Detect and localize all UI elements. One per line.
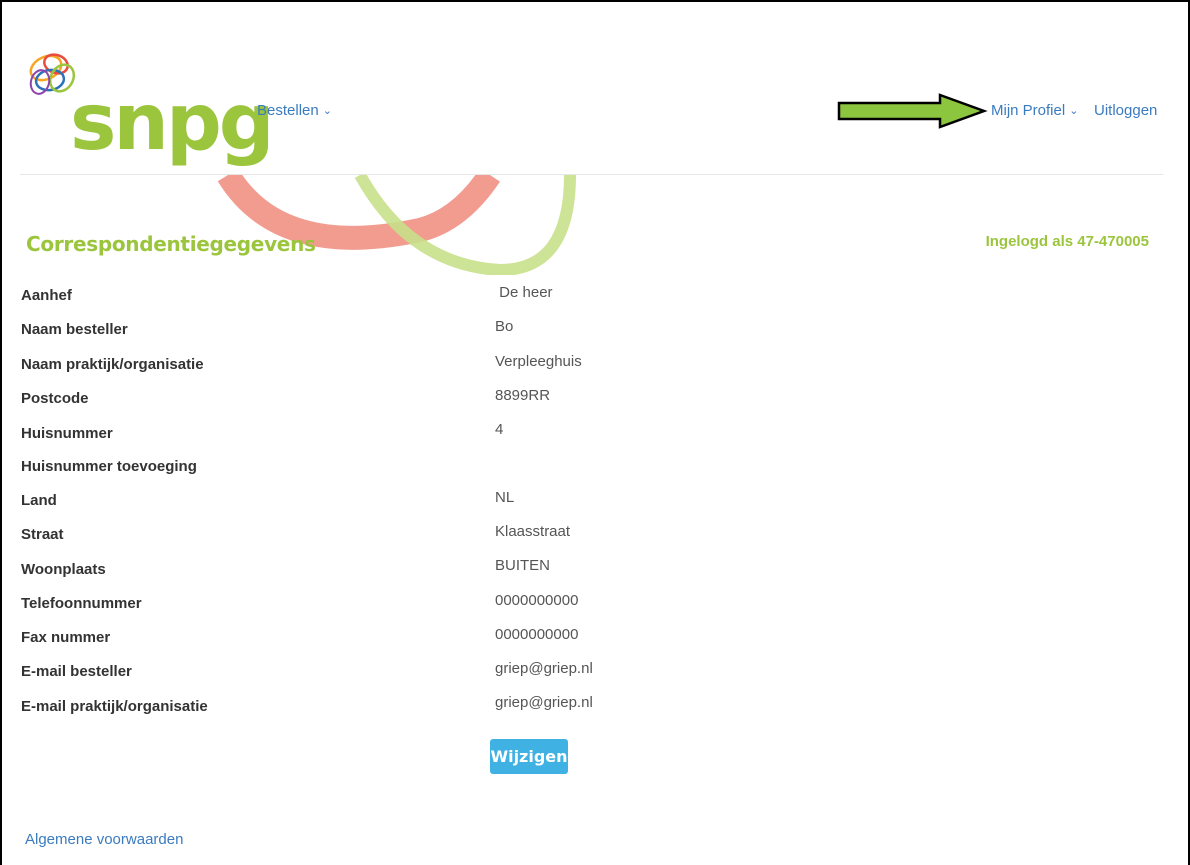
field-label: E-mail besteller bbox=[21, 663, 132, 680]
terms-link[interactable]: Algemene voorwaarden bbox=[25, 831, 183, 848]
chevron-down-icon: ⌄ bbox=[1069, 105, 1079, 117]
nav-uitloggen[interactable]: Uitloggen bbox=[1094, 102, 1157, 119]
green-arrow-annotation bbox=[836, 93, 988, 134]
field-value: 4 bbox=[495, 421, 504, 438]
edit-button[interactable]: Wijzigen bbox=[490, 739, 568, 774]
logo-wordmark: snpg bbox=[70, 78, 275, 168]
nav-mijn-profiel-label: Mijn Profiel bbox=[991, 102, 1066, 119]
field-value: Bo bbox=[495, 318, 514, 335]
field-label: Straat bbox=[21, 526, 64, 543]
field-label: Naam praktijk/organisatie bbox=[21, 356, 204, 373]
field-label: Huisnummer bbox=[21, 425, 113, 442]
chevron-down-icon: ⌄ bbox=[322, 105, 332, 117]
field-value: De heer bbox=[495, 284, 553, 301]
nav-mijn-profiel[interactable]: Mijn Profiel ⌄ bbox=[991, 102, 1078, 119]
field-label: Aanhef bbox=[21, 287, 72, 304]
field-value: 0000000000 bbox=[495, 592, 579, 609]
field-label: Postcode bbox=[21, 390, 89, 407]
nav-bestellen[interactable]: Bestellen ⌄ bbox=[257, 102, 332, 119]
field-value: 8899RR bbox=[495, 387, 551, 404]
nav-bestellen-label: Bestellen bbox=[257, 102, 319, 119]
field-value: griep@griep.nl bbox=[495, 660, 593, 677]
field-value: 0000000000 bbox=[495, 626, 579, 643]
field-label: Telefoonnummer bbox=[21, 595, 142, 612]
arrow-right-icon bbox=[837, 93, 988, 129]
field-label: Huisnummer toevoeging bbox=[21, 458, 197, 475]
logged-in-status: Ingelogd als 47-470005 bbox=[985, 233, 1149, 250]
field-label: Woonplaats bbox=[21, 561, 106, 578]
field-label: E-mail praktijk/organisatie bbox=[21, 698, 208, 715]
page-title: Correspondentiegegevens bbox=[26, 232, 316, 256]
field-label: Fax nummer bbox=[21, 629, 111, 646]
field-value: Verpleeghuis bbox=[495, 353, 582, 370]
field-value: BUITEN bbox=[495, 557, 551, 574]
field-label: Naam besteller bbox=[21, 321, 128, 338]
decorative-swirl-icon bbox=[217, 175, 576, 275]
field-value: Klaasstraat bbox=[495, 523, 571, 540]
field-label: Land bbox=[21, 492, 57, 509]
field-value: NL bbox=[495, 489, 515, 506]
field-value: griep@griep.nl bbox=[495, 694, 593, 711]
